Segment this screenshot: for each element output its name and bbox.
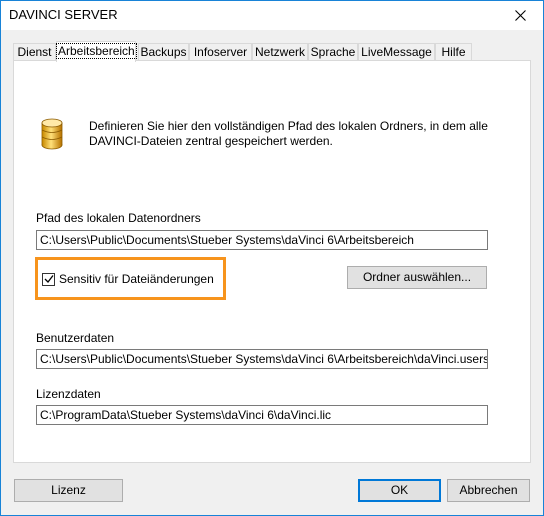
tab-infoserver[interactable]: Infoserver: [189, 43, 252, 60]
close-icon: [514, 10, 526, 21]
ok-button[interactable]: OK: [358, 479, 441, 502]
license-button[interactable]: Lizenz: [14, 479, 123, 502]
intro-text: Definieren Sie hier den vollständigen Pf…: [89, 119, 488, 148]
userdata-label: Benutzerdaten: [36, 331, 115, 345]
tab-hilfe[interactable]: Hilfe: [435, 43, 472, 60]
tab-label: LiveMessage: [361, 45, 432, 59]
tab-netzwerk[interactable]: Netzwerk: [252, 43, 308, 60]
choose-folder-button[interactable]: Ordner auswählen...: [347, 266, 487, 289]
sensitive-checkbox-label: Sensitiv für Dateiänderungen: [59, 272, 214, 286]
tab-arbeitsbereich[interactable]: Arbeitsbereich: [56, 41, 137, 62]
folder-path-label: Pfad des lokalen Datenordners: [36, 211, 201, 225]
tab-panel-arbeitsbereich: Definieren Sie hier den vollständigen Pf…: [13, 60, 531, 463]
title-bar[interactable]: DAVINCI SERVER: [1, 1, 543, 30]
sensitive-checkbox[interactable]: [42, 272, 55, 286]
tab-label: Dienst: [17, 45, 52, 59]
dialog-client: Dienst Arbeitsbereich Backups Infoserver…: [1, 31, 543, 515]
window-title: DAVINCI SERVER: [9, 7, 118, 22]
tab-label: Sprache: [310, 45, 356, 59]
close-button[interactable]: [497, 1, 543, 30]
tab-dienst[interactable]: Dienst: [13, 43, 56, 60]
tab-label: Hilfe: [441, 45, 466, 59]
folder-path-field[interactable]: C:\Users\Public\Documents\Stueber System…: [36, 230, 488, 250]
license-data-field[interactable]: C:\ProgramData\Stueber Systems\daVinci 6…: [36, 405, 488, 425]
tab-label: Infoserver: [193, 45, 248, 59]
tab-backups[interactable]: Backups: [138, 43, 189, 60]
tab-label: Netzwerk: [254, 45, 305, 59]
database-icon: [41, 118, 63, 150]
cancel-button[interactable]: Abbrechen: [447, 479, 530, 502]
checkmark-icon: [44, 275, 54, 283]
tab-livemessage[interactable]: LiveMessage: [358, 43, 435, 60]
dialog-window: DAVINCI SERVER Dienst Arbeitsbereich Bac…: [0, 0, 544, 516]
tab-label: Backups: [140, 45, 187, 59]
sensitive-checkbox-row[interactable]: Sensitiv für Dateiänderungen: [42, 272, 214, 286]
userdata-field[interactable]: C:\Users\Public\Documents\Stueber System…: [36, 349, 488, 369]
tab-sprache[interactable]: Sprache: [308, 43, 358, 60]
license-data-label: Lizenzdaten: [36, 387, 101, 401]
tab-label: Arbeitsbereich: [56, 43, 137, 59]
